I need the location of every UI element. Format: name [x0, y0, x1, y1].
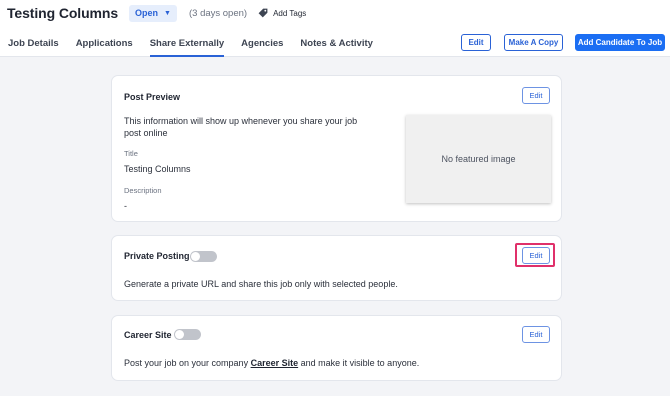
- add-candidate-button[interactable]: Add Candidate To Job: [575, 34, 665, 51]
- career-site-edit-button[interactable]: Edit: [522, 326, 550, 343]
- post-preview-card: Post Preview Edit This information will …: [111, 75, 562, 222]
- description-field-value: -: [124, 201, 127, 211]
- career-site-toggle[interactable]: [174, 329, 201, 340]
- caret-down-icon: ▼: [164, 9, 171, 17]
- toggle-knob: [191, 252, 200, 261]
- job-header: Testing Columns Open ▼ (3 days open) Add…: [0, 0, 670, 57]
- career-site-text-after: and make it visible to anyone.: [300, 358, 420, 368]
- description-field-label: Description: [124, 186, 162, 195]
- private-posting-card: Private Posting Edit Generate a private …: [111, 235, 562, 301]
- status-dropdown[interactable]: Open ▼: [129, 4, 177, 22]
- career-site-description: Post your job on your company Career Sit…: [124, 357, 419, 369]
- post-preview-intro-line2: post online: [124, 128, 168, 138]
- career-site-text-before: Post your job on your company: [124, 358, 249, 368]
- tab-applications[interactable]: Applications: [76, 38, 133, 57]
- make-copy-button[interactable]: Make A Copy: [504, 34, 563, 51]
- private-posting-toggle[interactable]: [190, 251, 217, 262]
- post-preview-title: Post Preview: [124, 92, 181, 102]
- title-field-label: Title: [124, 149, 138, 158]
- featured-image-text: No featured image: [441, 154, 516, 164]
- days-open-text: (3 days open): [188, 7, 248, 19]
- add-tags-label: Add Tags: [273, 8, 307, 18]
- tab-job-details[interactable]: Job Details: [8, 38, 59, 57]
- featured-image-placeholder: No featured image: [406, 115, 551, 203]
- edit-job-button[interactable]: Edit: [461, 34, 491, 51]
- post-preview-intro-line1: This information will show up whenever y…: [124, 116, 358, 126]
- private-posting-title: Private Posting: [124, 251, 190, 261]
- career-site-card: Career Site Edit Post your job on your c…: [111, 315, 562, 381]
- career-site-title: Career Site: [124, 330, 172, 340]
- job-title: Testing Columns: [7, 5, 119, 21]
- tab-agencies[interactable]: Agencies: [241, 38, 283, 57]
- tab-share-externally[interactable]: Share Externally: [149, 38, 225, 57]
- highlight-box: [515, 243, 555, 267]
- status-label: Open: [135, 8, 159, 18]
- toggle-knob: [175, 330, 184, 339]
- tab-notes-activity[interactable]: Notes & Activity: [300, 38, 373, 57]
- tag-icon: [258, 8, 268, 18]
- title-field-value: Testing Columns: [124, 164, 191, 174]
- add-tags-button[interactable]: Add Tags: [258, 8, 306, 18]
- career-site-link[interactable]: Career Site: [251, 358, 299, 368]
- title-row: Testing Columns Open ▼ (3 days open) Add…: [7, 3, 306, 23]
- job-tabs: Job Details Applications Share Externall…: [8, 38, 390, 57]
- post-preview-edit-button[interactable]: Edit: [522, 87, 550, 104]
- private-posting-description: Generate a private URL and share this jo…: [124, 279, 398, 289]
